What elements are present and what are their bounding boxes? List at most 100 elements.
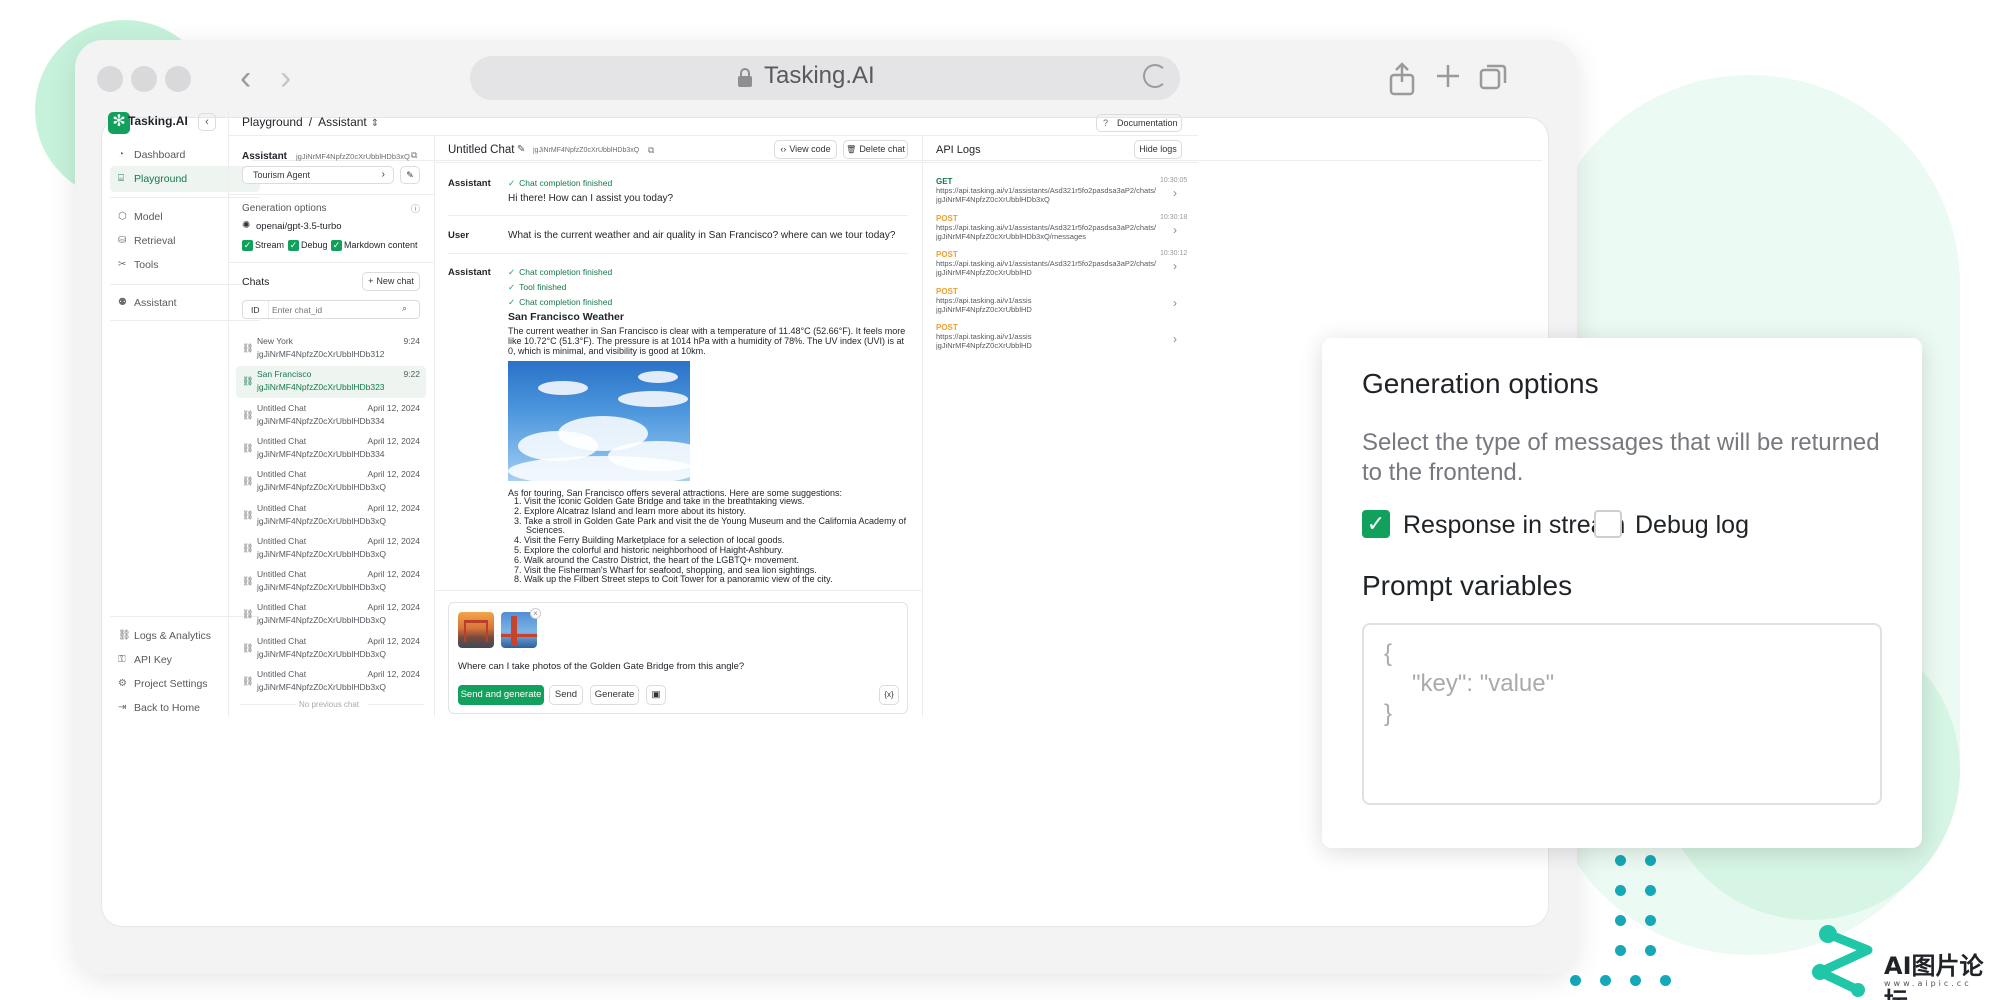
checkbox-stream[interactable]: ✓ [242,240,253,251]
updown-chevron-icon[interactable]: ⇕ [371,118,379,129]
log-url[interactable]: https://api.tasking.ai/v1/assistants/Asd… [936,223,1162,241]
sky-photo[interactable] [508,361,690,481]
status-line: ✓ Chat completion finished [508,267,612,278]
checkbox-debug[interactable]: ✓ [288,240,299,251]
chevron-right-icon[interactable]: › [1173,332,1177,346]
chevron-right-icon[interactable]: › [1173,296,1177,310]
chat-time: April 12, 2024 [367,435,420,446]
new-chat-button[interactable]: + New chat [362,272,420,291]
popup-description: Select the type of messages that will be… [1362,429,1880,486]
sidebar-item-model[interactable]: ⬡ Model [110,204,260,230]
chat-link-icon: ⛓ [242,343,254,353]
checkbox-label: Debug [301,240,328,250]
app-name: Tasking.AI [128,114,188,128]
bridge-tower-shape [511,616,517,646]
chat-list-item[interactable]: ⛓ Untitled Chat jgJiNrMF4NpfzZ0cXrUbblHDb3… [236,466,426,498]
sidebar-item-back-to-home[interactable]: ⇥ Back to Home [110,695,260,721]
decor-dot [1645,855,1656,866]
chat-id: jgJiNrMF4NpfzZ0cXrUbblHDb3xQ [257,582,386,593]
remove-attachment-icon[interactable]: × [530,608,541,619]
left-pane-divider [434,135,435,717]
send-and-generate-button[interactable]: Send and generate [458,685,544,705]
message-text: Hi there! How can I assist you today? [508,193,674,204]
edit-assistant-button[interactable]: ✎ [400,166,420,184]
prompt-variables-textarea[interactable]: { "key": "value" } [1362,623,1882,805]
attach-image-button[interactable]: ▣ [646,685,666,705]
debug-checkbox[interactable] [1594,510,1622,538]
assistant-select[interactable]: Tourism Agent › [242,166,394,184]
maximize-window-icon[interactable] [165,66,191,92]
checkbox-label: Stream [255,240,285,250]
send-button[interactable]: Send [549,685,583,705]
minimize-window-icon[interactable] [131,66,157,92]
chat-list-item[interactable]: ⛓ Untitled Chat jgJiNrMF4NpfzZ0cXrUbblHDb3… [236,566,426,598]
copy-icon[interactable]: ⧉ [411,150,417,161]
log-url[interactable]: https://api.tasking.ai/v1/assis jgJiNrMF4… [936,332,1162,350]
chat-link-icon: ⛓ [242,376,254,387]
chat-list-item[interactable]: ⛓ Untitled Chat jgJiNrMF4NpfzZ0cXrUbblHDb3… [236,433,426,465]
chat-id-input[interactable] [272,302,397,317]
copy-id-icon[interactable]: ⧉ [648,145,654,156]
cloud-shape [618,391,688,407]
sidebar-item-retrieval[interactable]: ⛁ Retrieval [110,228,260,254]
sidebar-item-assistant[interactable]: ⚉ Assistant [110,290,260,316]
decor-dot [1615,855,1626,866]
delete-chat-label: Delete chat [859,144,905,154]
back-arrow-icon[interactable]: ‹ [240,60,251,96]
chat-list-item[interactable]: ⛓ New York jgJiNrMF4NpfzZ0cXrUbblHDb312 9:2… [236,333,426,365]
sidebar-right-divider [228,111,229,717]
log-url[interactable]: https://api.tasking.ai/v1/assistants/Asd… [936,259,1162,277]
chat-id: jgJiNrMF4NpfzZ0cXrUbblHDb3xQ [257,482,386,493]
collapse-sidebar-button[interactable]: ‹ [198,113,216,131]
sidebar-item-tools[interactable]: ✂ Tools [110,252,260,278]
info-icon[interactable]: ⓘ [411,202,420,215]
chat-title: Untitled Chat [257,502,307,513]
reload-icon[interactable] [1143,64,1167,88]
chat-list-item[interactable]: ⛓ Untitled Chat jgJiNrMF4NpfzZ0cXrUbblHDb3… [236,533,426,565]
chat-title: Untitled Chat [257,569,307,580]
share-icon[interactable] [1388,62,1416,96]
chat-list-item[interactable]: ⛓ Untitled Chat jgJiNrMF4NpfzZ0cXrUbblHDb3… [236,400,426,432]
variables-button[interactable]: {x} [879,685,899,705]
view-code-button[interactable]: ‹› View code [774,140,837,159]
documentation-button[interactable]: ? Documentation [1096,114,1182,132]
chat-id: jgJiNrMF4NpfzZ0cXrUbblHDb334 [257,448,385,459]
generate-button[interactable]: Generate [590,685,639,705]
sidebar-item-label: Assistant [134,297,177,309]
placeholder-line: } [1384,700,1393,727]
delete-chat-button[interactable]: 🗑 Delete chat [843,140,908,159]
hide-logs-button[interactable]: Hide logs [1134,140,1182,159]
status-text: Chat completion finished [519,297,613,307]
sidebar-item-playground[interactable]: ⌸ Playground [110,166,260,192]
search-icon[interactable]: ⌕ [402,303,407,314]
left-pane-divider [228,194,434,195]
checkbox-markdown-content[interactable]: ✓ [331,240,342,251]
chat-list-item[interactable]: ⛓ Untitled Chat jgJiNrMF4NpfzZ0cXrUbblHDb3… [236,500,426,532]
tabs-overview-icon[interactable] [1478,62,1508,92]
log-url[interactable]: https://api.tasking.ai/v1/assistants/Asd… [936,186,1162,204]
new-tab-icon[interactable] [1434,62,1462,90]
sidebar-item-label: Playground [134,173,188,185]
chevron-right-icon[interactable]: › [1173,223,1177,237]
key-icon: ⚿ [118,654,126,665]
check-icon: ✓ [508,178,516,188]
sidebar-item-label: Dashboard [134,149,186,161]
close-window-icon[interactable] [97,66,123,92]
sidebar-item-label: Back to Home [134,702,200,714]
stream-checkbox[interactable]: ✓ [1362,510,1390,538]
attachment-thumbnail[interactable] [458,612,494,648]
composer-text[interactable]: Where can I take photos of the Golden Ga… [458,661,858,674]
chat-list-item[interactable]: ⛓ Untitled Chat jgJiNrMF4NpfzZ0cXrUbblHDb3… [236,599,426,631]
chat-list-item[interactable]: ⛓ Untitled Chat jgJiNrMF4NpfzZ0cXrUbblHDb3… [236,633,426,665]
forward-arrow-icon[interactable]: › [280,60,291,96]
chevron-right-icon[interactable]: › [1173,186,1177,200]
chevron-right-icon[interactable]: › [1173,259,1177,273]
breadcrumb-playground[interactable]: Playground [242,115,303,129]
chat-list-item[interactable]: ⛓ Untitled Chat jgJiNrMF4NpfzZ0cXrUbblHDb3… [236,666,426,698]
breadcrumb-assistant[interactable]: Assistant [318,115,367,129]
sidebar-item-dashboard[interactable]: ◔ Dashboard [110,142,260,168]
log-url[interactable]: https://api.tasking.ai/v1/assis jgJiNrMF4… [936,296,1162,314]
logo-snowflake-icon: ✻ [112,113,126,130]
edit-title-icon[interactable]: ✎ [517,144,525,155]
chat-list-item[interactable]: ⛓ San Francisco jgJiNrMF4NpfzZ0cXrUbblHDb3… [236,366,426,399]
